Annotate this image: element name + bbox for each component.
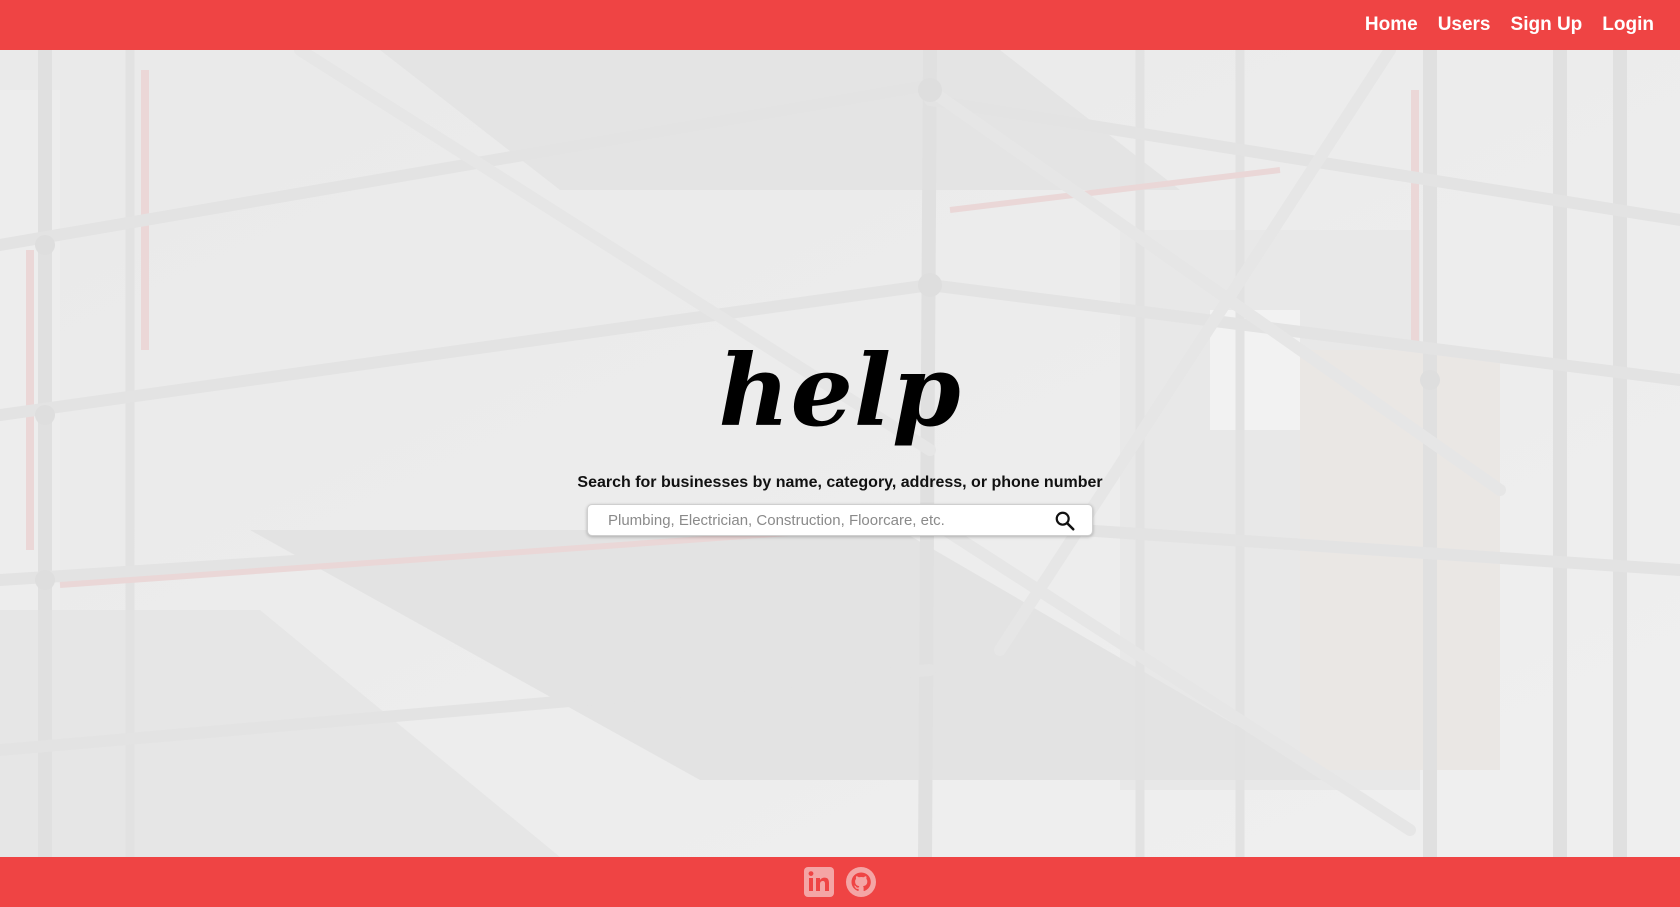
search-icon[interactable] [1054, 510, 1076, 532]
nav-login-link[interactable]: Login [1602, 14, 1654, 36]
github-icon[interactable] [845, 866, 877, 898]
nav-sign-up-link[interactable]: Sign Up [1511, 14, 1583, 36]
search-bar [587, 504, 1093, 536]
nav-home-link[interactable]: Home [1365, 14, 1418, 36]
social-links [803, 866, 877, 898]
hero-content: help Search for businesses by name, cate… [0, 50, 1680, 857]
search-input[interactable] [588, 505, 1038, 535]
footer [0, 857, 1680, 907]
top-navbar: Home Users Sign Up Login [0, 0, 1680, 50]
page: Home Users Sign Up Login help Search for… [0, 0, 1680, 907]
nav-users-link[interactable]: Users [1438, 14, 1491, 36]
linkedin-icon[interactable] [803, 866, 835, 898]
main-nav: Home Users Sign Up Login [1345, 0, 1654, 50]
search-instructions: Search for businesses by name, category,… [577, 474, 1103, 491]
site-logo: help [718, 334, 962, 449]
